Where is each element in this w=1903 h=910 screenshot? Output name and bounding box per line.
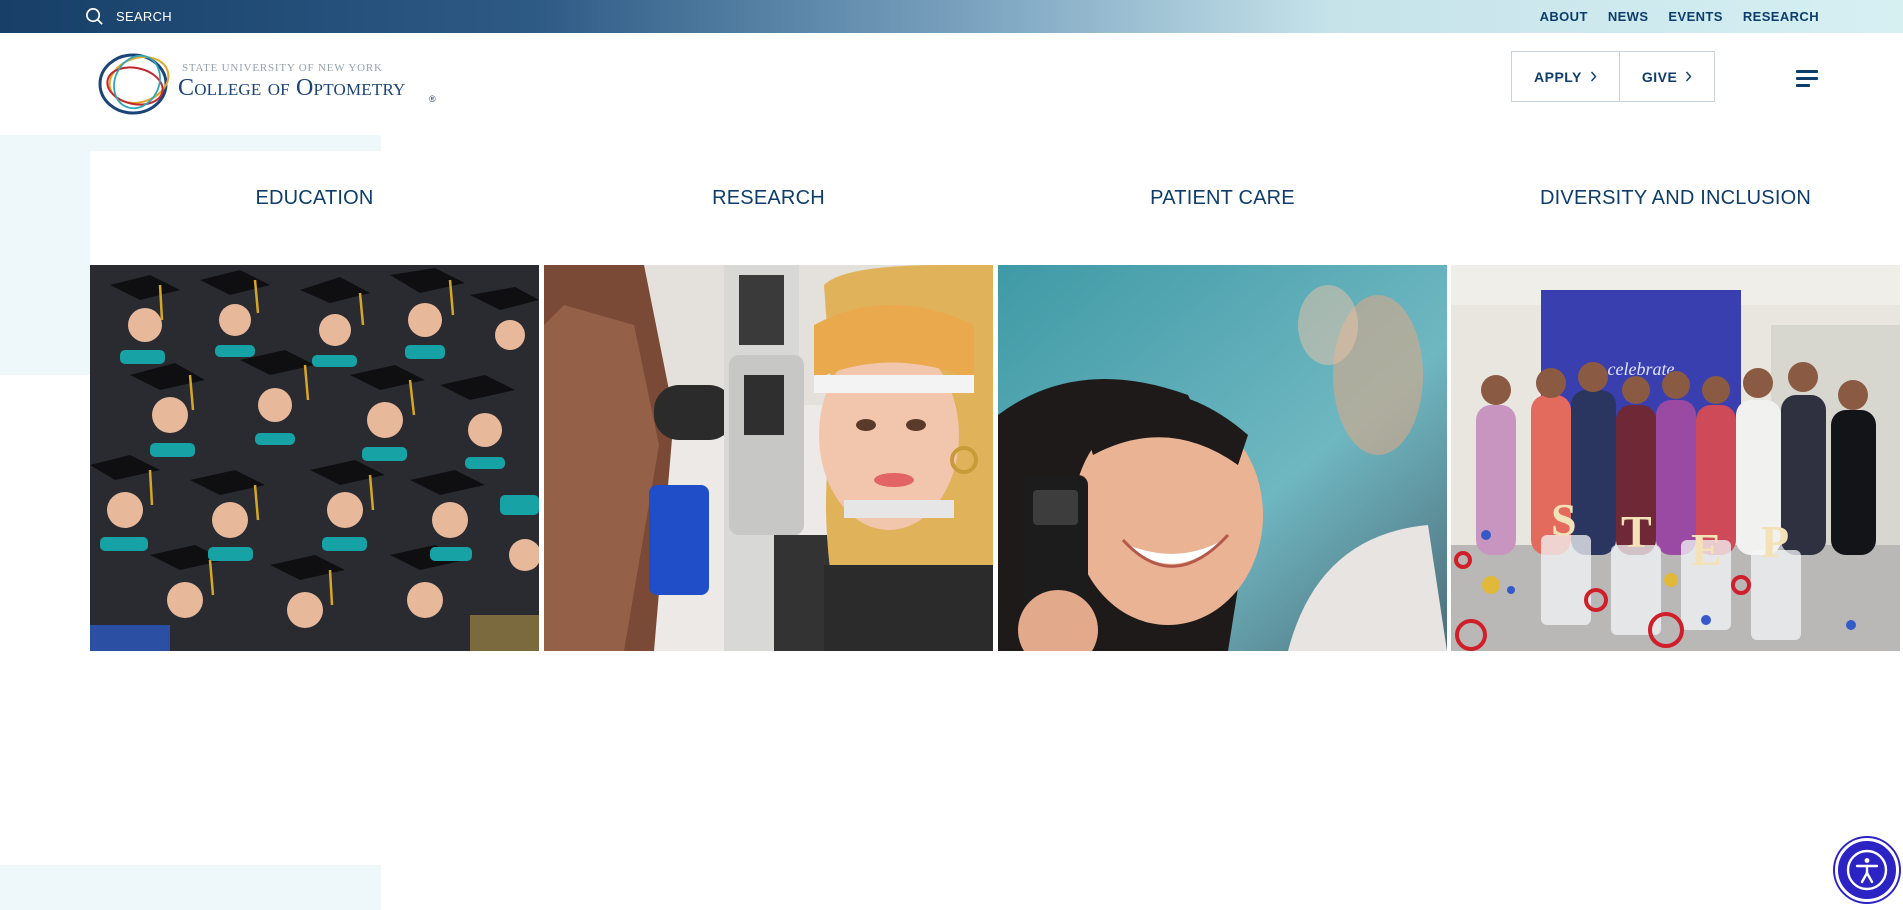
svg-text:celebrate: celebrate [1608, 359, 1675, 379]
card-title: RESEARCH [712, 187, 825, 209]
logo-line-2: College of Optometry [178, 75, 406, 101]
card-education[interactable]: EDUCATION [90, 151, 539, 651]
chevron-right-icon [1686, 71, 1692, 82]
apply-label: APPLY [1534, 68, 1582, 85]
svg-text:E: E [1691, 524, 1722, 575]
logo-registered-mark: ® [429, 94, 436, 104]
svg-text:S: S [1551, 494, 1577, 545]
utility-link-research[interactable]: RESEARCH [1743, 9, 1819, 24]
card-image-education [90, 265, 539, 651]
give-label: GIVE [1641, 68, 1678, 85]
card-title: EDUCATION [255, 187, 374, 209]
header-actions: APPLY GIVE [1511, 51, 1716, 102]
card-image-diversity-inclusion: celebrate S T E P [1451, 265, 1900, 651]
site-header: STATE UNIVERSITY OF NEW YORK College of … [0, 33, 1903, 135]
svg-text:T: T [1621, 506, 1652, 557]
hamburger-menu-icon[interactable] [1794, 67, 1820, 91]
utility-nav: ABOUT NEWS EVENTS RESEARCH [1540, 9, 1819, 24]
card-patient-care[interactable]: PATIENT CARE [998, 151, 1447, 651]
card-title: PATIENT CARE [1150, 187, 1295, 209]
apply-button[interactable]: APPLY [1512, 52, 1619, 101]
chevron-right-icon [1590, 71, 1597, 82]
give-button[interactable]: GIVE [1618, 52, 1715, 101]
accessibility-button[interactable] [1835, 838, 1899, 902]
card-diversity-inclusion[interactable]: DIVERSITY AND INCLUSION celebrate S T E … [1451, 151, 1900, 651]
svg-text:P: P [1761, 516, 1789, 567]
card-image-research [544, 265, 993, 651]
utility-link-news[interactable]: NEWS [1608, 9, 1649, 24]
utility-link-about[interactable]: ABOUT [1540, 9, 1588, 24]
utility-bar: SEARCH ABOUT NEWS EVENTS RESEARCH [0, 0, 1903, 33]
college-logo[interactable]: STATE UNIVERSITY OF NEW YORK College of … [95, 48, 445, 118]
card-title: DIVERSITY AND INCLUSION [1540, 187, 1811, 209]
decorative-background-block [0, 865, 381, 910]
card-research[interactable]: RESEARCH [544, 151, 993, 651]
logo-rings-icon [98, 53, 170, 115]
search-button[interactable]: SEARCH [85, 7, 172, 26]
utility-link-events[interactable]: EVENTS [1668, 9, 1722, 24]
card-image-patient-care [998, 265, 1447, 651]
accessibility-icon [1846, 849, 1888, 891]
search-label: SEARCH [116, 9, 172, 24]
search-icon [86, 8, 103, 25]
logo-line-1: STATE UNIVERSITY OF NEW YORK [182, 62, 383, 74]
